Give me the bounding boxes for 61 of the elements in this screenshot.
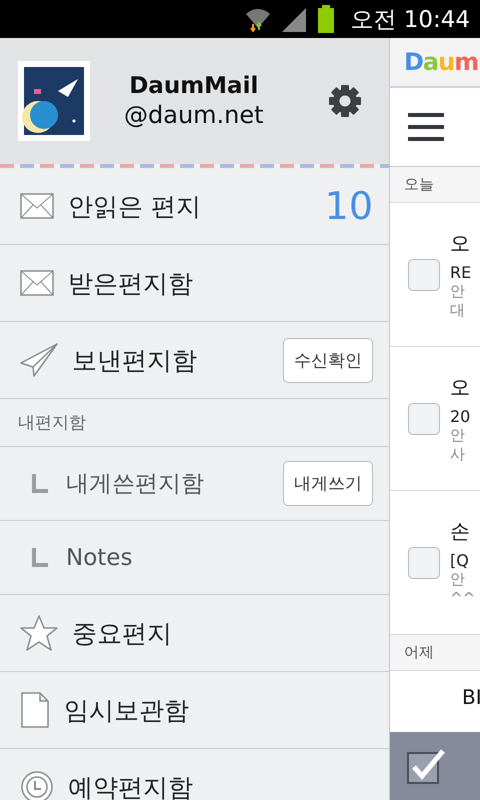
mail-preview: 안 xyxy=(450,426,466,444)
mail-subject: 20 xyxy=(450,406,470,426)
settings-icon[interactable] xyxy=(327,83,363,119)
mail-item[interactable]: 손 [Q 안 ^^ xyxy=(390,491,480,635)
folder-item[interactable]: 중요편지 xyxy=(0,595,389,672)
stamp-icon xyxy=(18,61,90,141)
unread-count: 10 xyxy=(324,184,373,228)
folder-label: 내게쓴편지함 xyxy=(66,470,204,499)
folder-action-button[interactable]: 수신확인 xyxy=(283,338,373,382)
folder-label: 임시보관함 xyxy=(64,694,189,726)
clock-icon xyxy=(20,770,54,800)
branch-icon xyxy=(32,474,48,494)
folder-item[interactable]: 내게쓴편지함 내게쓰기 xyxy=(0,447,389,521)
checkbox[interactable] xyxy=(408,258,440,290)
folder-item[interactable]: 예약편지함 xyxy=(0,749,389,800)
folder-action-button[interactable]: 내게쓰기 xyxy=(283,461,373,506)
envelope-icon xyxy=(20,270,54,296)
wifi-icon xyxy=(244,6,272,32)
envelope-icon xyxy=(20,193,54,219)
folder-label: 예약편지함 xyxy=(68,772,193,800)
folder-label: Notes xyxy=(66,544,132,570)
menu-icon[interactable] xyxy=(408,113,444,141)
folder-item[interactable]: Notes xyxy=(0,521,389,595)
mail-sender: 오 xyxy=(450,230,471,256)
mail-sender: 오 xyxy=(450,374,470,400)
mail-preview: 대 xyxy=(450,300,466,320)
date-group-label: 오늘 xyxy=(404,175,434,194)
clock: 오전 10:44 xyxy=(350,6,470,34)
document-icon xyxy=(20,692,50,728)
mail-subject: [Q xyxy=(450,551,470,570)
select-all-icon[interactable] xyxy=(406,747,446,785)
logo: Daum xyxy=(404,48,478,76)
folder-item[interactable]: 받은편지함 xyxy=(0,245,389,322)
mail-subject: RE xyxy=(450,262,472,282)
folder-label: 중요편지 xyxy=(72,618,172,650)
mail-item[interactable]: 오 20 안 사 xyxy=(390,347,480,491)
folder-label: 보낸편지함 xyxy=(72,344,197,376)
mail-sender: BI xyxy=(462,685,480,709)
mail-preview: ^^ xyxy=(450,589,476,607)
mail-item[interactable]: 오 RE 안 대 xyxy=(390,203,480,347)
account-domain: @daum.net xyxy=(124,101,264,129)
folder-item[interactable]: 안읽은 편지 10 xyxy=(0,168,389,245)
folder-label: 안읽은 편지 xyxy=(68,190,201,222)
mail-preview: 사 xyxy=(450,444,466,464)
checkbox[interactable] xyxy=(408,402,440,434)
checkbox[interactable] xyxy=(408,546,440,578)
account-name: DaumMail xyxy=(129,73,258,99)
star-icon xyxy=(20,615,58,651)
mail-sender: 손 xyxy=(450,518,471,545)
mail-item[interactable]: BI xyxy=(390,671,480,717)
battery-icon xyxy=(316,5,336,33)
folder-item[interactable]: 보낸편지함 수신확인 xyxy=(0,322,389,399)
folder-item[interactable]: 임시보관함 xyxy=(0,672,389,749)
paper-plane-icon xyxy=(20,343,58,377)
signal-icon xyxy=(280,6,308,32)
section-label: 내편지함 xyxy=(18,412,86,434)
mail-preview: 안 xyxy=(450,570,466,589)
branch-icon xyxy=(32,548,48,568)
mail-preview: 안 xyxy=(450,282,466,300)
date-group-label: 어제 xyxy=(404,643,434,662)
folder-label: 받은편지함 xyxy=(68,268,193,300)
